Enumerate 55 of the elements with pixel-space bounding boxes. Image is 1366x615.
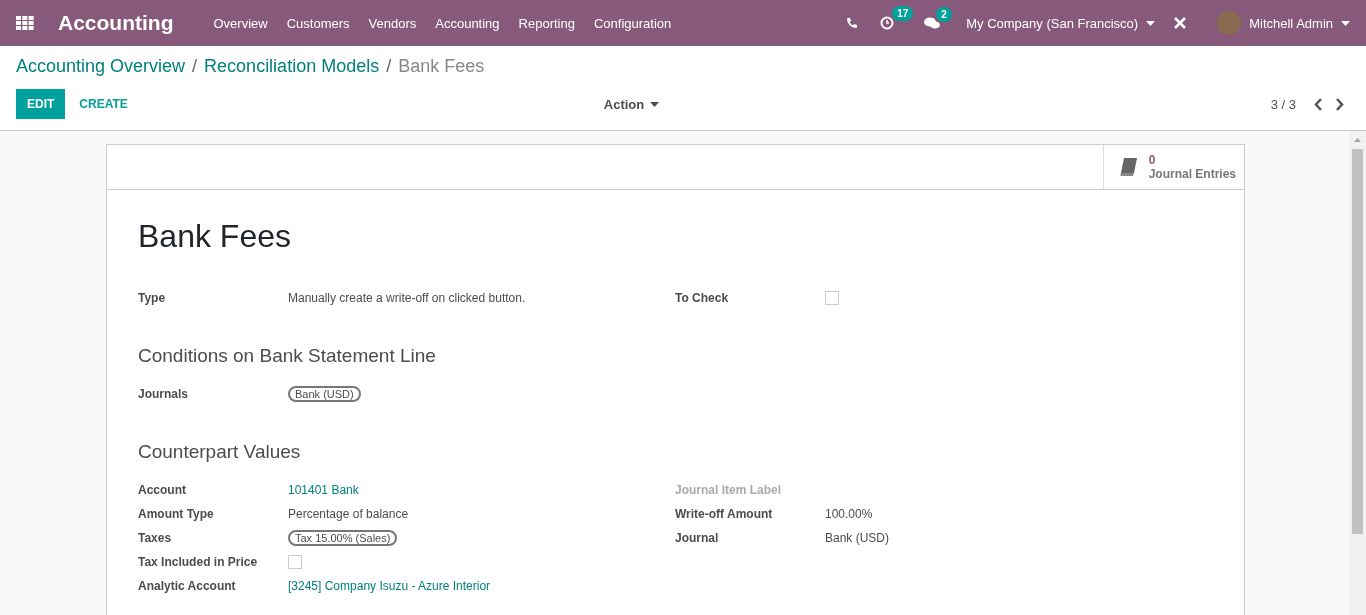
action-dropdown[interactable]: Action: [597, 95, 666, 113]
journal-entries-label: Journal Entries: [1148, 167, 1236, 181]
pager-counter: 3 / 3: [1270, 96, 1296, 112]
app-title: Accounting: [58, 11, 174, 35]
field-label: Journal: [675, 531, 720, 545]
breadcrumb-separator: /: [386, 56, 392, 77]
field-label: Taxes: [138, 531, 173, 545]
scrollbar[interactable]: [1349, 131, 1366, 615]
caret-icon: [1146, 20, 1156, 26]
field-link[interactable]: [3245] Company Isuzu - Azure Interior: [288, 579, 675, 593]
field-label: Analytic Account: [138, 579, 237, 593]
user-name[interactable]: Mitchell Admin: [1249, 15, 1333, 31]
field-value: Bank (USD): [825, 531, 890, 545]
field-label: Tax Included in Price: [138, 555, 259, 569]
section-heading: Counterpart Values: [138, 441, 302, 463]
tag: Tax 15.00% (Sales): [288, 530, 398, 546]
chat-icon[interactable]: [924, 16, 941, 30]
field-label: Amount Type: [138, 507, 215, 521]
field-label: To Check: [675, 291, 730, 305]
breadcrumb-separator: /: [192, 56, 198, 77]
apps-grid-icon[interactable]: [16, 16, 34, 30]
caret-icon: [650, 101, 660, 107]
field-label: Journal Item Label: [675, 483, 783, 497]
caret-icon: [1341, 20, 1350, 26]
clock-icon[interactable]: [880, 16, 895, 30]
field-label: Journals: [138, 387, 189, 401]
menu-item[interactable]: Reporting: [518, 15, 575, 31]
menu-item[interactable]: Overview: [213, 15, 268, 31]
activity-count-badge: 17: [892, 6, 914, 21]
breadcrumb[interactable]: Accounting Overview: [16, 56, 186, 77]
field-link[interactable]: 101401 Bank: [288, 483, 675, 497]
field-label: Account: [138, 483, 187, 497]
menu-item[interactable]: Configuration: [593, 15, 672, 31]
field-value: Manually create a write-off on clicked button.: [288, 291, 527, 305]
journal-entries-count: 0: [1148, 153, 1156, 167]
phone-icon[interactable]: [846, 17, 859, 29]
company-switcher[interactable]: My Company (San Francisco): [966, 15, 1139, 31]
checkbox[interactable]: [825, 291, 839, 305]
current-page-title: Bank Fees: [398, 56, 485, 77]
create-button[interactable]: CREATE: [65, 89, 142, 119]
tag: Bank (USD): [288, 386, 361, 402]
menu-item[interactable]: Accounting: [435, 15, 500, 31]
breadcrumb[interactable]: Reconciliation Models: [204, 56, 380, 77]
menu-item[interactable]: Vendors: [368, 15, 417, 31]
field-value: Percentage of balance: [288, 507, 410, 521]
message-count-badge: 2: [936, 6, 952, 22]
checkbox[interactable]: [288, 555, 302, 569]
section-heading: Conditions on Bank Statement Line: [138, 345, 437, 367]
book-icon: [1118, 157, 1139, 177]
field-label: Type: [138, 291, 167, 305]
field-value: 100.00%: [825, 507, 874, 521]
record-title: Bank Fees: [138, 218, 292, 255]
field-label: Write-off Amount: [675, 507, 774, 521]
edit-button[interactable]: EDIT: [16, 89, 66, 119]
menu-item[interactable]: Customers: [286, 15, 350, 31]
